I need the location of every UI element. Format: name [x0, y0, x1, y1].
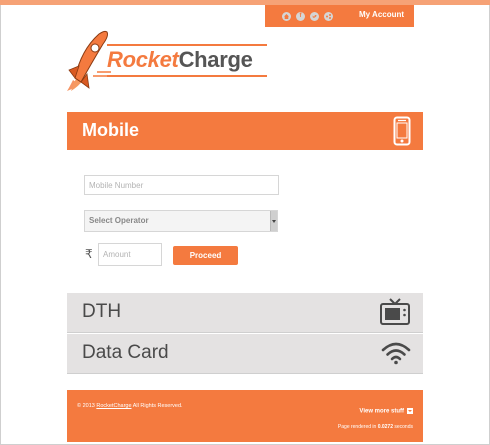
brand-logo[interactable]: RocketCharge: [67, 28, 269, 92]
mobile-number-input[interactable]: [84, 175, 279, 195]
top-account-bar: f My Account: [265, 5, 414, 27]
copyright-brand-link[interactable]: RocketCharge: [96, 403, 131, 409]
tv-icon: [380, 298, 410, 325]
render-time-suffix: seconds: [392, 424, 413, 430]
brand-name: RocketCharge: [107, 47, 253, 73]
logo-top-line: [107, 44, 267, 46]
brand-name-part2: Charge: [178, 47, 253, 72]
dth-section-title: DTH: [82, 301, 122, 322]
copyright-text: © 2013 RocketCharge All Rights Reserved.: [77, 403, 183, 409]
proceed-button[interactable]: Proceed: [173, 246, 238, 265]
my-account-link[interactable]: My Account: [359, 10, 404, 19]
view-more-label: View more stuff: [359, 408, 404, 415]
copyright-suffix: All Rights Reserved.: [131, 403, 183, 409]
rupee-icon: ₹: [85, 247, 93, 261]
operator-select[interactable]: Select Operator: [84, 210, 278, 232]
dth-section-header[interactable]: DTH: [67, 293, 423, 333]
mobile-section-title: Mobile: [82, 120, 139, 140]
operator-selected-value: Select Operator: [89, 216, 149, 225]
expand-icon: [407, 408, 413, 414]
top-accent-strip: [0, 0, 490, 5]
data-card-section-title: Data Card: [82, 342, 169, 363]
amount-input[interactable]: [98, 243, 162, 266]
wifi-icon: [381, 342, 411, 365]
share-icon[interactable]: [324, 12, 333, 21]
view-more-link[interactable]: View more stuff: [359, 408, 413, 415]
render-time-prefix: Page rendered in: [337, 424, 378, 430]
footer: © 2013 RocketCharge All Rights Reserved.…: [67, 390, 423, 442]
chevron-down-icon[interactable]: [270, 211, 277, 231]
mobile-section-header[interactable]: Mobile: [67, 112, 423, 150]
brand-name-part1: Rocket: [107, 47, 179, 72]
facebook-icon[interactable]: f: [296, 12, 305, 21]
smartphone-icon: [393, 116, 411, 146]
copyright-prefix: © 2013: [77, 403, 97, 409]
render-time-text: Page rendered in 0.0272 seconds: [338, 424, 413, 430]
logo-bottom-line: [107, 75, 267, 77]
data-card-section-header[interactable]: Data Card: [67, 334, 423, 374]
rocket-icon: [67, 30, 111, 91]
twitter-icon[interactable]: [310, 12, 319, 21]
home-icon[interactable]: [282, 12, 291, 21]
render-time-value: 0.0272: [377, 424, 393, 430]
